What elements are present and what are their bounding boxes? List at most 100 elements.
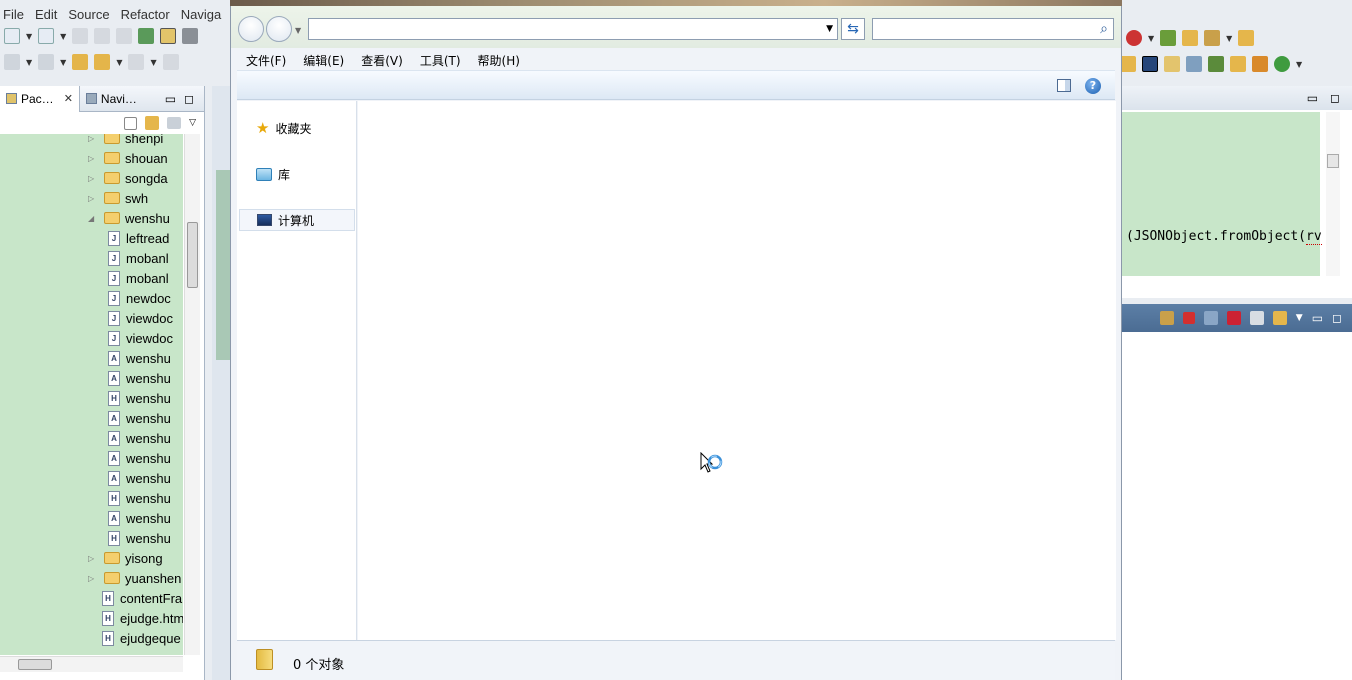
search-tool-dropdown-icon[interactable]: ▼	[60, 58, 66, 67]
tree-folder[interactable]: ◢ wenshu	[88, 208, 170, 228]
filter-icon[interactable]	[167, 117, 182, 129]
perspective-web-icon[interactable]	[1252, 56, 1268, 72]
refresh-button[interactable]: ⇆	[841, 18, 865, 40]
task-icon[interactable]	[1120, 56, 1136, 72]
view-menu-icon[interactable]: ▽	[189, 118, 196, 128]
menu-source[interactable]: Source	[65, 4, 117, 24]
tree-hscroll-thumb[interactable]	[18, 659, 52, 670]
tree-file[interactable]: Awenshu	[108, 448, 171, 468]
help-icon[interactable]: ?	[1085, 78, 1101, 94]
tree-file[interactable]: Hwenshu	[108, 488, 171, 508]
open-folder-icon[interactable]	[1182, 30, 1199, 46]
tree-file[interactable]: Awenshu	[108, 408, 171, 428]
collapse-all-icon[interactable]	[124, 116, 138, 130]
console-minimize-icon[interactable]: ▭	[1312, 311, 1323, 325]
console-pin-icon[interactable]	[1203, 311, 1218, 325]
address-input[interactable]: ▼	[308, 18, 838, 40]
back-dropdown-icon[interactable]: ▼	[116, 58, 122, 67]
tree-file[interactable]: Hejudgeque	[88, 628, 181, 648]
console-view-menu-icon[interactable]: ▼	[1296, 313, 1303, 323]
search-tool-icon[interactable]	[38, 54, 55, 70]
forward-dropdown-icon[interactable]: ▼	[150, 58, 156, 67]
launch-dropdown-icon[interactable]: ▼	[1226, 34, 1232, 43]
console-maximize-icon[interactable]: ◻	[1332, 311, 1342, 325]
minimize-icon[interactable]: ▭	[165, 92, 176, 106]
maximize-icon[interactable]: ◻	[184, 92, 194, 106]
tree-horizontal-scrollbar[interactable]	[0, 656, 183, 672]
tree-file[interactable]: Awenshu	[108, 348, 171, 368]
search-icon[interactable]: ⌕	[1100, 21, 1108, 37]
tree-file[interactable]: Jmobanl	[108, 248, 169, 268]
code-editor-body[interactable]: (JSONObject.fromObject(rv	[1122, 112, 1322, 276]
new-file-dropdown-icon[interactable]: ▼	[60, 32, 66, 41]
server-icon[interactable]	[138, 28, 155, 44]
open-type-icon[interactable]	[1160, 30, 1177, 46]
tree-folder[interactable]: ▷ shenpi	[88, 134, 163, 148]
code-editor-scrollbar[interactable]	[1326, 112, 1340, 276]
run-config-icon[interactable]	[1126, 30, 1142, 46]
tree-file[interactable]: Hwenshu	[108, 528, 171, 548]
nav-item-libraries[interactable]: 库	[239, 163, 355, 185]
nav-item-favorites[interactable]: ★ 收藏夹	[239, 117, 355, 139]
editor-maximize-icon[interactable]: ◻	[1330, 91, 1340, 105]
save-all-icon[interactable]	[94, 28, 111, 44]
tree-folder[interactable]: ▷ yuanshen	[88, 568, 181, 588]
link-editor-icon[interactable]	[145, 116, 160, 130]
preview-pane-icon[interactable]	[1057, 79, 1071, 92]
menu-edit-cn[interactable]: 编辑(E)	[294, 50, 352, 70]
last-edit-icon[interactable]	[72, 54, 89, 70]
launch-icon[interactable]	[1204, 30, 1221, 46]
search-input[interactable]: ⌕	[872, 18, 1114, 40]
history-icon[interactable]	[4, 54, 20, 70]
tree-scroll-thumb[interactable]	[187, 222, 198, 288]
collapsed-triangle-icon[interactable]: ▷	[88, 194, 98, 203]
tree-file[interactable]: HcontentFra	[88, 588, 182, 608]
menu-file-cn[interactable]: 文件(F)	[237, 50, 294, 70]
forward-button[interactable]	[266, 16, 292, 42]
tree-file[interactable]: Awenshu	[108, 508, 171, 528]
new-icon[interactable]	[4, 28, 20, 44]
tree-folder[interactable]: ▷ swh	[88, 188, 148, 208]
tree-folder[interactable]: ▷ yisong	[88, 548, 163, 568]
nav-item-computer[interactable]: 计算机	[239, 209, 355, 231]
tree-file[interactable]: Hwenshu	[108, 388, 171, 408]
file-list-pane[interactable]	[358, 101, 1116, 640]
perspective-java-icon[interactable]	[1142, 56, 1158, 72]
collapsed-triangle-icon[interactable]: ▷	[88, 554, 98, 563]
code-editor-scroll-thumb[interactable]	[1327, 154, 1339, 168]
tree-folder[interactable]: ▷ shouan	[88, 148, 168, 168]
tab-navigator[interactable]: Navi…	[80, 86, 143, 112]
pin-icon[interactable]	[162, 54, 179, 70]
open-console-icon[interactable]	[1272, 311, 1287, 325]
tree-file[interactable]: Jviewdoc	[108, 328, 173, 348]
menu-navigate[interactable]: Naviga	[178, 4, 229, 24]
back-button[interactable]	[238, 16, 264, 42]
code-line[interactable]: (JSONObject.fromObject(rv	[1126, 229, 1322, 245]
console-refresh-icon[interactable]	[1159, 311, 1174, 325]
new-dropdown-icon[interactable]: ▼	[26, 32, 32, 41]
menu-edit[interactable]: Edit	[32, 4, 65, 24]
console-clear-icon[interactable]	[1249, 311, 1264, 325]
menu-help-cn[interactable]: 帮助(H)	[469, 50, 528, 70]
perspective-refresh-icon[interactable]	[1274, 56, 1290, 72]
deploy-icon[interactable]	[160, 28, 177, 44]
tree-folder[interactable]: ▷ songda	[88, 168, 168, 188]
run-config-dropdown-icon[interactable]: ▼	[1148, 34, 1154, 43]
new-file-icon[interactable]	[38, 28, 55, 44]
menu-file[interactable]: File	[0, 4, 32, 24]
save-icon[interactable]	[72, 28, 89, 44]
tree-file[interactable]: Jviewdoc	[108, 308, 173, 328]
tree-file[interactable]: Jleftread	[108, 228, 169, 248]
perspective-debug-icon[interactable]	[1164, 56, 1180, 72]
collapsed-triangle-icon[interactable]: ▷	[88, 134, 98, 143]
print-icon[interactable]	[116, 28, 133, 44]
collapsed-triangle-icon[interactable]: ▷	[88, 174, 98, 183]
tree-file[interactable]: Awenshu	[108, 468, 171, 488]
tree-file[interactable]: Jnewdoc	[108, 288, 171, 308]
editor-minimize-icon[interactable]: ▭	[1307, 91, 1318, 105]
tree-file[interactable]: Awenshu	[108, 368, 171, 388]
tree-file[interactable]: Hejudge.htm	[88, 608, 183, 628]
perspective-refresh-dropdown-icon[interactable]: ▼	[1296, 60, 1302, 69]
perspective-db-icon[interactable]	[1230, 56, 1246, 72]
collapsed-triangle-icon[interactable]: ▷	[88, 574, 98, 583]
